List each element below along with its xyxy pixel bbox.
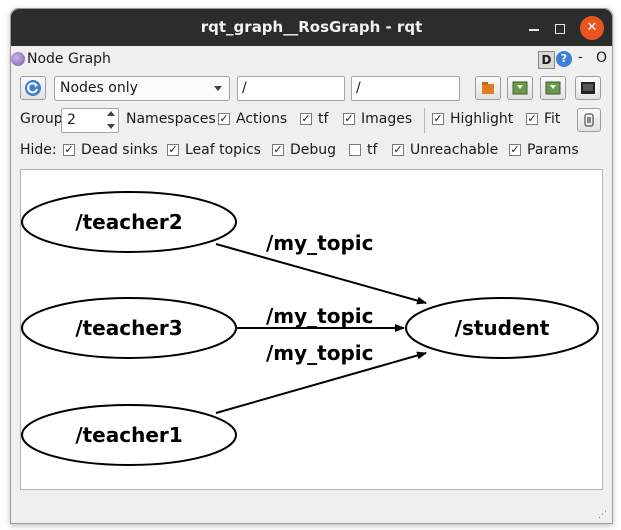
highlight-label: Highlight: [450, 111, 514, 127]
graph-node[interactable]: /teacher3: [21, 297, 237, 359]
actions-label: Actions: [236, 111, 288, 127]
fit-checkbox[interactable]: ✓: [526, 113, 538, 125]
node-filter-input[interactable]: /: [237, 76, 345, 101]
fit-in-view-button[interactable]: [577, 108, 601, 132]
node-graph-icon: [11, 52, 25, 66]
tf-hide-label: tf: [367, 142, 378, 158]
graph-mode-value: Nodes only: [60, 80, 138, 96]
save-dot-button[interactable]: [507, 76, 533, 100]
fit-label: Fit: [544, 111, 561, 127]
tf-hide-checkbox[interactable]: [349, 144, 361, 156]
graph-mode-select[interactable]: Nodes only: [54, 76, 230, 101]
graph-node[interactable]: /student: [405, 297, 599, 359]
images-checkbox[interactable]: ✓: [343, 113, 355, 125]
save-image-button[interactable]: [575, 76, 601, 100]
graph-node[interactable]: /teacher1: [21, 404, 237, 466]
save-image-icon: [581, 82, 595, 94]
dead-sinks-checkbox[interactable]: ✓: [63, 144, 75, 156]
edge-label: /my_topic: [266, 341, 374, 365]
resize-grip-icon[interactable]: ⋰: [598, 510, 607, 520]
spin-up-icon[interactable]: [107, 111, 115, 116]
group-value: 2: [67, 112, 76, 128]
dead-sinks-label: Dead sinks: [81, 142, 158, 158]
chevron-down-icon: [214, 86, 222, 91]
minimize-button[interactable]: [522, 16, 546, 40]
topic-filter-input[interactable]: /: [351, 76, 460, 101]
save-svg-button[interactable]: [540, 76, 566, 100]
params-checkbox[interactable]: ✓: [509, 144, 521, 156]
plugin-title: Node Graph: [27, 51, 111, 67]
graph-node[interactable]: /teacher2: [21, 191, 237, 253]
close-plugin-button[interactable]: O: [596, 50, 607, 66]
highlight-checkbox[interactable]: ✓: [432, 113, 444, 125]
minimize-icon: [529, 29, 539, 31]
debug-checkbox[interactable]: ✓: [272, 144, 284, 156]
unreachable-checkbox[interactable]: ✓: [392, 144, 404, 156]
edge-label: /my_topic: [266, 231, 374, 255]
maximize-button[interactable]: [548, 16, 572, 40]
namespaces-label: Namespaces: [126, 111, 216, 127]
node-label: /teacher2: [75, 210, 182, 234]
group-spinbox[interactable]: 2: [61, 108, 119, 133]
namespaces-checkbox[interactable]: ✓: [218, 113, 230, 125]
node-label: /teacher3: [75, 316, 182, 340]
close-icon: ✕: [586, 20, 598, 35]
dock-d-button[interactable]: D: [538, 51, 555, 69]
debug-label: Debug: [290, 142, 337, 158]
spin-down-icon[interactable]: [107, 124, 115, 129]
hide-label: Hide:: [20, 142, 57, 158]
save-dot-icon: [512, 81, 528, 95]
load-dot-button[interactable]: [475, 76, 501, 100]
images-label: Images: [361, 111, 413, 127]
graph-canvas[interactable]: /my_topic /my_topic /my_topic /teacher2 …: [20, 169, 603, 490]
refresh-button[interactable]: [20, 76, 46, 100]
title-bar[interactable]: rqt_graph__RosGraph - rqt ✕: [11, 9, 612, 46]
tf-group-checkbox[interactable]: ✓: [300, 113, 312, 125]
close-button[interactable]: ✕: [580, 16, 604, 40]
toolbar-separator: [424, 108, 425, 133]
node-label: /student: [455, 316, 550, 340]
help-button[interactable]: ?: [556, 51, 572, 67]
leaf-topics-label: Leaf topics: [185, 142, 261, 158]
save-svg-icon: [545, 81, 561, 95]
rqt-window: rqt_graph__RosGraph - rqt ✕ Node Graph D…: [10, 8, 613, 524]
maximize-icon: [555, 24, 565, 34]
ros-graph[interactable]: /my_topic /my_topic /my_topic /teacher2 …: [21, 170, 602, 489]
fit-in-view-icon: [584, 113, 594, 127]
tf-group-label: tf: [318, 111, 329, 127]
node-label: /teacher1: [75, 423, 182, 447]
leaf-topics-checkbox[interactable]: ✓: [167, 144, 179, 156]
edge-label: /my_topic: [266, 304, 374, 328]
minimize-plugin-button[interactable]: -: [578, 50, 583, 65]
refresh-icon: [25, 80, 41, 96]
load-dot-icon: [482, 82, 494, 94]
unreachable-label: Unreachable: [410, 142, 499, 158]
params-label: Params: [527, 142, 579, 158]
